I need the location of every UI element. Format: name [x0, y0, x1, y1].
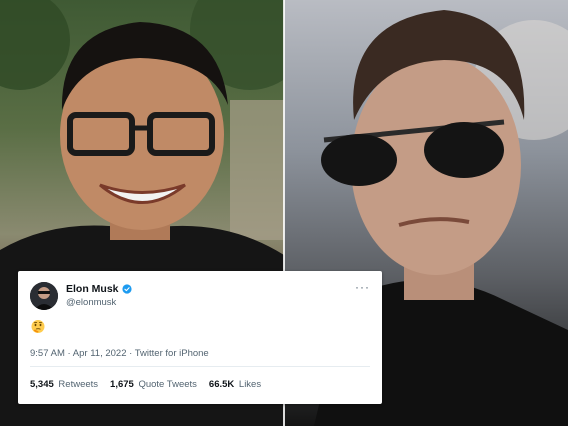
tweet-date[interactable]: Apr 11, 2022 — [73, 348, 127, 359]
handle[interactable]: @elonmusk — [66, 297, 116, 308]
quote-tweets-label: Quote Tweets — [138, 379, 197, 390]
tweet-stats: 5,345 Retweets 1,675 Quote Tweets 66.5K … — [30, 379, 261, 390]
tweet-divider — [30, 366, 370, 367]
retweets-label: Retweets — [58, 379, 99, 390]
verified-badge-icon — [121, 284, 132, 294]
retweets-stat[interactable]: 5,345 Retweets — [30, 379, 98, 390]
likes-label: Likes — [238, 379, 262, 390]
tweet-time[interactable]: 9:57 AM — [30, 348, 65, 359]
tweet-name-row: Elon Musk — [66, 283, 132, 295]
more-icon[interactable]: ··· — [355, 281, 370, 293]
tweet-card[interactable]: Elon Musk @elonmusk ··· 9:57 AM · Apr 11… — [18, 271, 382, 404]
avatar-image — [30, 282, 58, 310]
avatar[interactable] — [30, 282, 58, 310]
likes-stat[interactable]: 66.5K Likes — [209, 379, 261, 390]
display-name[interactable]: Elon Musk — [66, 283, 119, 295]
retweets-count: 5,345 — [30, 379, 54, 390]
likes-count: 66.5K — [208, 379, 235, 390]
tweet-meta: 9:57 AM · Apr 11, 2022 · Twitter for iPh… — [30, 348, 209, 359]
quote-tweets-stat[interactable]: 1,675 Quote Tweets — [110, 379, 197, 390]
thinking-face-icon — [31, 320, 45, 333]
meta-dot: · — [67, 348, 71, 359]
tweet-source[interactable]: Twitter for iPhone — [135, 348, 209, 359]
quote-tweets-count: 1,675 — [110, 379, 134, 390]
meta-dot: · — [129, 348, 133, 359]
